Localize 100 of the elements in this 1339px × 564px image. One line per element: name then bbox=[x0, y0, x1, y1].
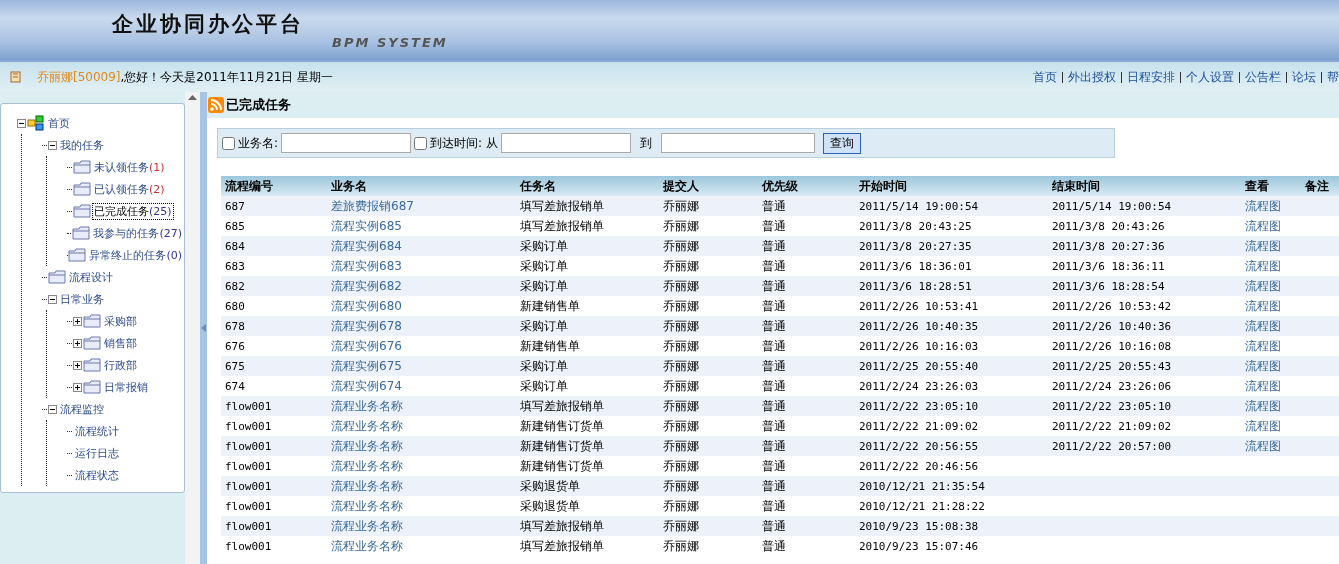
flowchart-link[interactable]: 流程图 bbox=[1245, 398, 1281, 413]
tree-item[interactable]: 日常报销 bbox=[102, 378, 150, 396]
table-cell: 采购订单 bbox=[516, 356, 659, 376]
tree-item[interactable]: 采购部 bbox=[102, 312, 139, 330]
flowchart-link[interactable]: 流程图 bbox=[1245, 378, 1281, 393]
business-link[interactable]: 流程实例683 bbox=[331, 258, 402, 273]
business-link[interactable]: 流程实例675 bbox=[331, 358, 402, 373]
table-cell: 乔丽娜 bbox=[659, 356, 758, 376]
flowchart-link[interactable]: 流程图 bbox=[1245, 358, 1281, 373]
table-cell: 普通 bbox=[758, 196, 855, 216]
business-link[interactable]: 流程实例682 bbox=[331, 278, 402, 293]
tree-item[interactable]: 流程统计 bbox=[73, 422, 121, 440]
nav-link[interactable]: 论坛 bbox=[1292, 68, 1316, 86]
tree-item[interactable]: 行政部 bbox=[102, 356, 139, 374]
business-link[interactable]: 流程实例685 bbox=[331, 218, 402, 233]
table-cell: 2011/3/8 20:43:26 bbox=[1052, 219, 1165, 233]
tree-item[interactable]: 日常业务 bbox=[58, 290, 106, 308]
time-label: 到达时间: 从 bbox=[430, 134, 498, 152]
table-cell: 普通 bbox=[758, 536, 855, 556]
table-cell: 填写差旅报销单 bbox=[516, 196, 659, 216]
tree-item[interactable]: 首页 bbox=[46, 114, 72, 132]
tree-item[interactable]: 运行日志 bbox=[73, 444, 121, 462]
business-link[interactable]: 流程业务名称 bbox=[331, 498, 403, 513]
nav-link[interactable]: 外出授权 bbox=[1068, 68, 1116, 86]
business-link[interactable]: 流程实例684 bbox=[331, 238, 402, 253]
table-cell: 普通 bbox=[758, 456, 855, 476]
table-cell: 乔丽娜 bbox=[659, 316, 758, 336]
business-link[interactable]: 流程实例678 bbox=[331, 318, 402, 333]
table-cell: 填写差旅报销单 bbox=[516, 536, 659, 556]
tree-item[interactable]: 异常终止的任务(0) bbox=[87, 246, 184, 264]
flowchart-link[interactable]: 流程图 bbox=[1245, 418, 1281, 433]
business-link[interactable]: 流程业务名称 bbox=[331, 518, 403, 533]
flowchart-link[interactable]: 流程图 bbox=[1245, 438, 1281, 453]
business-link[interactable]: 流程业务名称 bbox=[331, 398, 403, 413]
business-link[interactable]: 流程业务名称 bbox=[331, 418, 403, 433]
flowchart-link[interactable]: 流程图 bbox=[1245, 318, 1281, 333]
nav-link[interactable]: 日程安排 bbox=[1127, 68, 1175, 86]
business-link[interactable]: 流程实例680 bbox=[331, 298, 402, 313]
nav-link[interactable]: 公告栏 bbox=[1245, 68, 1281, 86]
business-link[interactable]: 差旅费报销687 bbox=[331, 198, 414, 213]
table-cell: 乔丽娜 bbox=[659, 296, 758, 316]
flowchart-link[interactable]: 流程图 bbox=[1245, 338, 1281, 353]
app-subtitle: BPM SYSTEM bbox=[332, 35, 448, 50]
table-cell: 普通 bbox=[758, 276, 855, 296]
column-header: 开始时间 bbox=[855, 176, 1048, 196]
table-cell: 2011/2/24 23:26:06 bbox=[1052, 379, 1172, 393]
table-cell: 2011/5/14 19:00:54 bbox=[1052, 199, 1172, 213]
business-link[interactable]: 流程业务名称 bbox=[331, 458, 403, 473]
table-cell: 普通 bbox=[758, 236, 855, 256]
table-cell: 填写差旅报销单 bbox=[516, 516, 659, 536]
flowchart-link[interactable]: 流程图 bbox=[1245, 258, 1281, 273]
table-cell: 684 bbox=[221, 236, 327, 256]
business-link[interactable]: 流程业务名称 bbox=[331, 538, 403, 553]
nav-link[interactable]: 首页 bbox=[1033, 68, 1057, 86]
table-cell: flow001 bbox=[221, 516, 327, 536]
flowchart-link[interactable]: 流程图 bbox=[1245, 198, 1281, 213]
table-cell: 2011/2/25 20:55:40 bbox=[855, 356, 1048, 376]
table-cell: 乔丽娜 bbox=[659, 496, 758, 516]
tree-item[interactable]: 我的任务 bbox=[58, 136, 106, 154]
table-cell: 678 bbox=[221, 316, 327, 336]
table-cell: 乔丽娜 bbox=[659, 436, 758, 456]
business-link[interactable]: 流程业务名称 bbox=[331, 478, 403, 493]
business-link[interactable]: 流程实例674 bbox=[331, 378, 402, 393]
flowchart-link[interactable]: 流程图 bbox=[1245, 278, 1281, 293]
query-button[interactable]: 查询 bbox=[822, 132, 861, 154]
table-cell: 填写差旅报销单 bbox=[516, 216, 659, 236]
table-cell: 采购订单 bbox=[516, 256, 659, 276]
table-cell: 2010/9/23 15:08:38 bbox=[855, 516, 1048, 536]
flowchart-link[interactable]: 流程图 bbox=[1245, 218, 1281, 233]
table-cell: 682 bbox=[221, 276, 327, 296]
business-link[interactable]: 流程业务名称 bbox=[331, 438, 403, 453]
flowchart-link[interactable]: 流程图 bbox=[1245, 298, 1281, 313]
tree-item[interactable]: 流程监控 bbox=[58, 400, 106, 418]
table-cell: 687 bbox=[221, 196, 327, 216]
table-cell: 新建销售单 bbox=[516, 296, 659, 316]
column-header: 查看 bbox=[1241, 176, 1301, 196]
table-cell: 乔丽娜 bbox=[659, 376, 758, 396]
tree-item[interactable]: 流程设计 bbox=[67, 268, 115, 286]
tree-item[interactable]: 流程状态 bbox=[73, 466, 121, 484]
column-header: 业务名 bbox=[327, 176, 516, 196]
column-header: 结束时间 bbox=[1048, 176, 1241, 196]
nav-link[interactable]: 帮 bbox=[1327, 68, 1339, 86]
flowchart-link[interactable]: 流程图 bbox=[1245, 238, 1281, 253]
table-cell: 普通 bbox=[758, 476, 855, 496]
table-cell: 采购退货单 bbox=[516, 496, 659, 516]
tree-item[interactable]: 已认领任务(2) bbox=[92, 180, 167, 198]
table-cell: 2010/9/23 15:07:46 bbox=[855, 536, 1048, 556]
tree-item[interactable]: 销售部 bbox=[102, 334, 139, 352]
nav-link[interactable]: 个人设置 bbox=[1186, 68, 1234, 86]
business-link[interactable]: 流程实例676 bbox=[331, 338, 402, 353]
to-label: 到 bbox=[639, 134, 652, 152]
tree-item[interactable]: 已完成任务(25) bbox=[92, 202, 174, 220]
tree-item[interactable]: 未认领任务(1) bbox=[92, 158, 167, 176]
table-cell: flow001 bbox=[221, 436, 327, 456]
table-cell: 2011/3/8 20:27:36 bbox=[1052, 239, 1165, 253]
tree-item[interactable]: 我参与的任务(27) bbox=[91, 224, 184, 242]
table-cell: 乔丽娜 bbox=[659, 276, 758, 296]
table-cell: 乔丽娜 bbox=[659, 256, 758, 276]
table-cell: 乔丽娜 bbox=[659, 416, 758, 436]
table-cell: 2011/5/14 19:00:54 bbox=[855, 196, 1048, 216]
